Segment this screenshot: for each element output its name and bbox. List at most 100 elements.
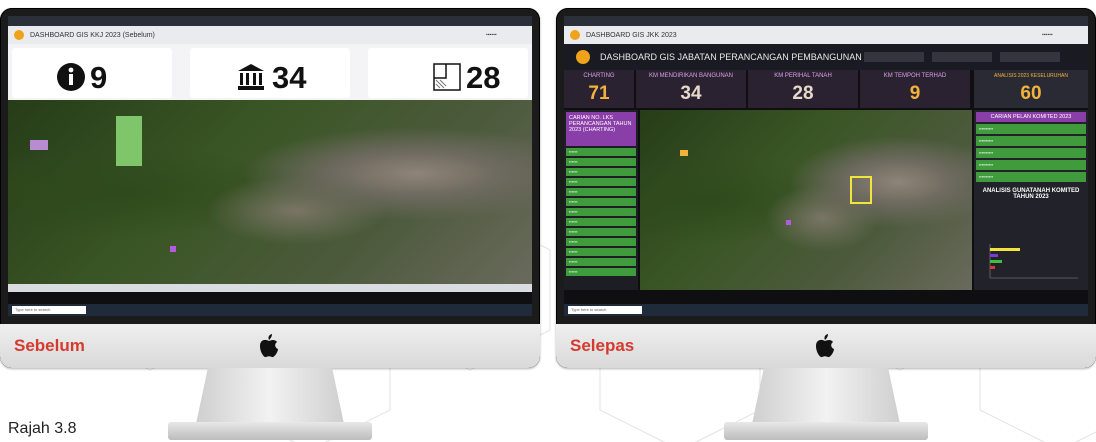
kpi-label: KM TEMPOH TERHAD — [883, 73, 947, 79]
satellite-map[interactable] — [640, 110, 972, 290]
landuse-analysis-heading: ANALISIS GUNATANAH KOMITED TAHUN 2023 — [982, 188, 1080, 200]
monitor-stand-base — [724, 422, 928, 440]
landuse-bar-chart — [989, 244, 1078, 279]
committed-plan-panel: CARIAN PELAN KOMITED 2023 ▪▪▪▪▪▪▪▪▪▪ ▪▪▪… — [974, 110, 1088, 290]
stat-value: 9 — [90, 60, 108, 95]
kpi-value: 60 — [1020, 83, 1042, 104]
charting-list-heading: CARIAN NO. LKS PERANCANGAN TAHUN 2023 (C… — [566, 112, 636, 146]
kpi-label: ANALISIS 2023 KESELURUHAN — [994, 73, 1068, 79]
map-highlight-parcel[interactable] — [850, 176, 872, 204]
windows-taskbar: Type here to search — [8, 304, 532, 316]
list-item[interactable]: ▪▪▪▪▪▪▪▪▪▪ — [976, 136, 1086, 146]
monitor-bezel: DASHBOARD GIS JKK 2023 ▪▪▪▪▪▪ DASHBOARD … — [556, 8, 1096, 368]
list-item[interactable]: ▪▪▪▪▪▪ — [566, 178, 636, 186]
map-footer-bar — [8, 284, 532, 292]
browser-tab-bar — [8, 16, 532, 26]
chart-bar — [990, 248, 1020, 251]
dashboard-title: DASHBOARD GIS KKJ 2023 (Sebelum) — [30, 31, 155, 39]
list-item[interactable]: ▪▪▪▪▪▪ — [566, 158, 636, 166]
map-marker[interactable] — [170, 246, 176, 252]
list-item[interactable]: ▪▪▪▪▪▪ — [566, 148, 636, 156]
list-item[interactable]: ▪▪▪▪▪▪ — [566, 238, 636, 246]
list-item[interactable]: ▪▪▪▪▪▪ — [566, 188, 636, 196]
charting-list: CARIAN NO. LKS PERANCANGAN TAHUN 2023 (C… — [564, 110, 638, 290]
monitor-chin: Selepas — [556, 324, 1096, 368]
chart-bar — [990, 266, 995, 269]
committed-plan-heading: CARIAN PELAN KOMITED 2023 — [976, 112, 1086, 122]
dashboard-title: DASHBOARD GIS JABATAN PERANCANGAN PEMBAN… — [600, 52, 862, 62]
monitor-bezel: DASHBOARD GIS KKJ 2023 (Sebelum) ▪▪▪▪▪▪ … — [0, 8, 540, 368]
agency-logo-icon — [576, 50, 590, 64]
kpi-label: KM MENDIRIKAN BANGUNAN — [648, 73, 733, 79]
list-item[interactable]: ▪▪▪▪▪▪ — [566, 258, 636, 266]
windows-taskbar: Type here to search — [564, 304, 1088, 316]
stat-card-building[interactable]: 34 — [190, 48, 350, 98]
kpi-value: 9 — [909, 83, 921, 104]
user-menu[interactable]: ▪▪▪▪▪▪ — [486, 32, 532, 38]
taskbar-search-input[interactable]: Type here to search — [12, 306, 86, 314]
building-icon — [238, 64, 264, 90]
monitor-after: DASHBOARD GIS JKK 2023 ▪▪▪▪▪▪ DASHBOARD … — [556, 8, 1096, 442]
stat-row: 9 34 28 — [8, 44, 532, 100]
browser-tab-bar — [564, 16, 1088, 26]
apple-logo-icon — [260, 334, 278, 358]
filter-dropdown[interactable] — [864, 52, 924, 62]
stat-value: 28 — [466, 60, 501, 95]
monitor-chin: Sebelum — [0, 324, 540, 368]
list-item[interactable]: ▪▪▪▪▪▪ — [566, 208, 636, 216]
monitor-stand-neck — [752, 368, 900, 424]
satellite-map[interactable] — [8, 100, 532, 284]
dashboard-header: DASHBOARD GIS KKJ 2023 (Sebelum) ▪▪▪▪▪▪ — [8, 26, 532, 44]
screen-before: DASHBOARD GIS KKJ 2023 (Sebelum) ▪▪▪▪▪▪ … — [8, 16, 532, 316]
list-item[interactable]: ▪▪▪▪▪▪ — [566, 218, 636, 226]
kpi-card-land[interactable]: KM PERIHAL TANAH 28 — [748, 70, 859, 108]
kpi-card-analysis[interactable]: ANALISIS 2023 KESELURUHAN 60 — [974, 70, 1088, 108]
browser-title: DASHBOARD GIS JKK 2023 — [586, 31, 677, 39]
kpi-card-temporary[interactable]: KM TEMPOH TERHAD 9 — [860, 70, 971, 108]
info-icon — [57, 63, 85, 91]
browser-header: DASHBOARD GIS JKK 2023 ▪▪▪▪▪▪ — [564, 26, 1088, 44]
monitor-stand-base — [168, 422, 372, 440]
filter-dropdown[interactable] — [1000, 52, 1060, 62]
list-item[interactable]: ▪▪▪▪▪▪▪▪▪▪ — [976, 172, 1086, 182]
monitor-before: DASHBOARD GIS KKJ 2023 (Sebelum) ▪▪▪▪▪▪ … — [0, 8, 540, 442]
kpi-value: 28 — [792, 83, 814, 104]
kpi-label: KM PERIHAL TANAH — [774, 73, 832, 79]
logo-icon — [14, 30, 24, 40]
filter-dropdown[interactable] — [932, 52, 992, 62]
chart-bar — [990, 254, 998, 257]
kpi-card-charting[interactable]: CHARTING 71 — [564, 70, 635, 108]
map-marker[interactable] — [786, 220, 791, 225]
kpi-row: CHARTING 71 KM MENDIRIKAN BANGUNAN 34 KM… — [564, 70, 1088, 108]
map-highlight-parcel[interactable] — [30, 140, 48, 150]
screen-after: DASHBOARD GIS JKK 2023 ▪▪▪▪▪▪ DASHBOARD … — [564, 16, 1088, 316]
list-item[interactable]: ▪▪▪▪▪▪ — [566, 168, 636, 176]
apple-logo-icon — [816, 334, 834, 358]
list-item[interactable]: ▪▪▪▪▪▪▪▪▪▪ — [976, 148, 1086, 158]
user-menu[interactable]: ▪▪▪▪▪▪ — [1042, 32, 1088, 38]
chart-bar — [990, 260, 1002, 263]
list-item[interactable]: ▪▪▪▪▪▪▪▪▪▪ — [976, 124, 1086, 134]
stat-value: 34 — [272, 60, 307, 95]
logo-icon — [570, 30, 580, 40]
list-item[interactable]: ▪▪▪▪▪▪ — [566, 228, 636, 236]
list-item[interactable]: ▪▪▪▪▪▪ — [566, 268, 636, 276]
kpi-value: 34 — [680, 83, 702, 104]
kpi-card-building[interactable]: KM MENDIRIKAN BANGUNAN 34 — [636, 70, 747, 108]
after-label: Selepas — [570, 336, 635, 355]
map-marker[interactable] — [680, 150, 688, 156]
dashboard-header: DASHBOARD GIS JABATAN PERANCANGAN PEMBAN… — [564, 44, 1088, 70]
kpi-label: CHARTING — [583, 73, 615, 79]
stat-card-land[interactable]: 28 — [368, 48, 528, 98]
list-item[interactable]: ▪▪▪▪▪▪ — [566, 248, 636, 256]
stat-card-info[interactable]: 9 — [12, 48, 172, 98]
list-item[interactable]: ▪▪▪▪▪▪ — [566, 198, 636, 206]
figure-caption: Rajah 3.8 — [8, 420, 77, 437]
list-item[interactable]: ▪▪▪▪▪▪▪▪▪▪ — [976, 160, 1086, 170]
before-label: Sebelum — [14, 336, 85, 355]
taskbar-search-input[interactable]: Type here to search — [568, 306, 642, 314]
monitor-stand-neck — [196, 368, 344, 424]
kpi-value: 71 — [588, 83, 610, 104]
land-parcel-icon — [433, 63, 461, 91]
map-highlight-parcel[interactable] — [116, 116, 142, 166]
